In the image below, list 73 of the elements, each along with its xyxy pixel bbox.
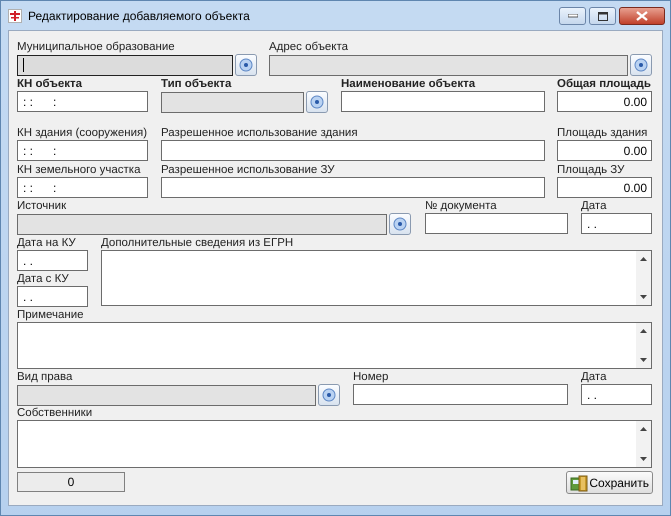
lookup-field[interactable]	[17, 384, 316, 406]
field-label: Источник	[17, 199, 68, 213]
text-field[interactable]: . .	[581, 384, 652, 405]
lookup-button[interactable]	[318, 384, 340, 406]
text-field[interactable]: : : :	[17, 177, 148, 198]
scroll-down-icon[interactable]	[640, 295, 647, 299]
scroll-down-icon[interactable]	[640, 457, 647, 461]
lookup-button[interactable]	[306, 91, 328, 113]
field-label: Дата	[581, 370, 608, 384]
field-label: Дата на КУ	[17, 236, 77, 250]
lookup-icon	[322, 388, 336, 402]
field-label: Дата с КУ	[17, 272, 70, 286]
text-area[interactable]	[17, 322, 652, 369]
lookup-icon	[310, 95, 324, 109]
text-field[interactable]: : : :	[17, 140, 148, 161]
close-button[interactable]	[619, 7, 665, 25]
field-label: Дополнительные сведения из ЕГРН	[101, 236, 294, 250]
minimize-button[interactable]	[559, 7, 586, 25]
field-label: Разрешенное использование ЗУ	[161, 163, 336, 177]
lookup-icon	[239, 58, 253, 72]
lookup-icon	[634, 58, 648, 72]
close-icon	[636, 11, 648, 21]
field-label: КН земельного участка	[17, 163, 142, 177]
field-label: Вид права	[17, 370, 74, 384]
save-icon	[570, 474, 588, 492]
text-area[interactable]	[101, 250, 652, 306]
text-field[interactable]	[353, 384, 568, 405]
cross-icon	[8, 8, 22, 22]
lookup-button[interactable]	[389, 213, 411, 235]
field-label: КН объекта	[17, 77, 84, 91]
field-label: Общая площадь	[557, 77, 652, 91]
date-field[interactable]: . .	[17, 286, 88, 307]
field-label: № документа	[425, 199, 498, 213]
field-label: Собственники	[17, 406, 94, 420]
scroll-up-icon[interactable]	[640, 427, 647, 431]
number-field[interactable]: 0.00	[557, 140, 652, 161]
field-label: Наименование объекта	[341, 77, 476, 91]
field-label: Дата	[581, 199, 608, 213]
scroll-down-icon[interactable]	[640, 358, 647, 362]
field-label: Примечание	[17, 308, 85, 322]
field-label: Номер	[353, 370, 390, 384]
field-label: Муниципальное образование	[17, 40, 176, 54]
text-field[interactable]	[161, 177, 545, 198]
save-button[interactable]: Сохранить	[566, 471, 653, 494]
text-area[interactable]	[17, 420, 652, 468]
field-label: Разрешенное использование здания	[161, 126, 359, 140]
lookup-button[interactable]	[630, 54, 652, 76]
text-field[interactable]	[161, 140, 545, 161]
minimize-icon	[568, 14, 578, 18]
lookup-field[interactable]	[17, 214, 387, 234]
scroll-up-icon[interactable]	[640, 257, 647, 261]
field-label: Площадь здания	[557, 126, 648, 140]
text-field[interactable]	[425, 213, 568, 234]
scroll-up-icon[interactable]	[640, 329, 647, 333]
field-label: Площадь ЗУ	[557, 163, 626, 177]
lookup-button[interactable]	[235, 54, 257, 76]
text-field[interactable]	[341, 91, 545, 112]
maximize-button[interactable]	[589, 7, 616, 25]
field-label: Тип объекта	[161, 77, 232, 91]
text-field[interactable]: . .	[581, 213, 652, 234]
text-field[interactable]: : : :	[17, 91, 148, 112]
date-field[interactable]: . .	[17, 250, 88, 271]
lookup-field[interactable]	[17, 54, 233, 76]
lookup-field[interactable]	[269, 54, 628, 76]
number-field[interactable]: 0.00	[557, 91, 652, 112]
field-label: КН здания (сооружения)	[17, 126, 148, 140]
lookup-icon	[393, 217, 407, 231]
maximize-icon	[598, 12, 608, 20]
window-title: Редактирование добавляемого объекта	[28, 8, 251, 22]
number-field[interactable]: 0.00	[557, 177, 652, 198]
lookup-field[interactable]	[161, 92, 304, 112]
record-counter: 0	[17, 472, 125, 492]
field-label: Адрес объекта	[269, 40, 349, 54]
